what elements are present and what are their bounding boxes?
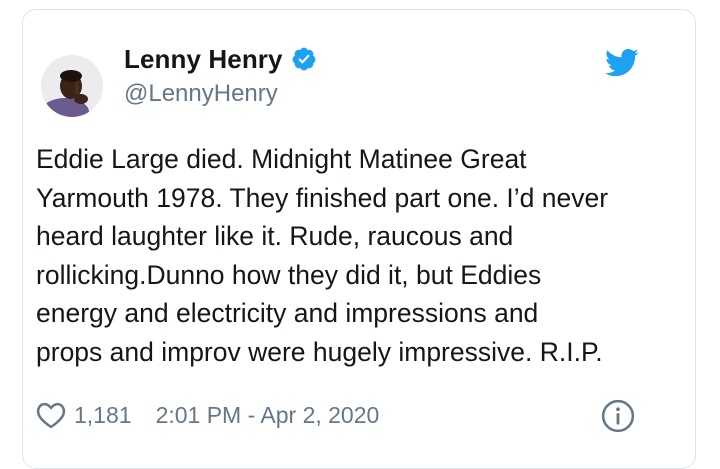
like-count[interactable]: 1,181	[74, 402, 132, 429]
author-handle[interactable]: @LennyHenry	[124, 80, 278, 108]
heart-icon[interactable]	[36, 401, 66, 429]
twitter-bird-icon[interactable]	[605, 48, 639, 78]
author-name-row[interactable]: Lenny Henry	[124, 41, 317, 77]
tweet-text: Eddie Large died. Midnight Matinee Great…	[36, 144, 609, 367]
tweet-footer: 1,181 2:01 PM - Apr 2, 2020	[36, 397, 379, 433]
verified-badge-icon	[292, 47, 315, 71]
avatar[interactable]	[41, 55, 103, 117]
tweet-timestamp[interactable]: 2:01 PM - Apr 2, 2020	[156, 402, 380, 429]
info-icon[interactable]	[601, 399, 635, 433]
avatar-photo	[41, 55, 103, 117]
author-display-name[interactable]: Lenny Henry	[124, 44, 283, 75]
